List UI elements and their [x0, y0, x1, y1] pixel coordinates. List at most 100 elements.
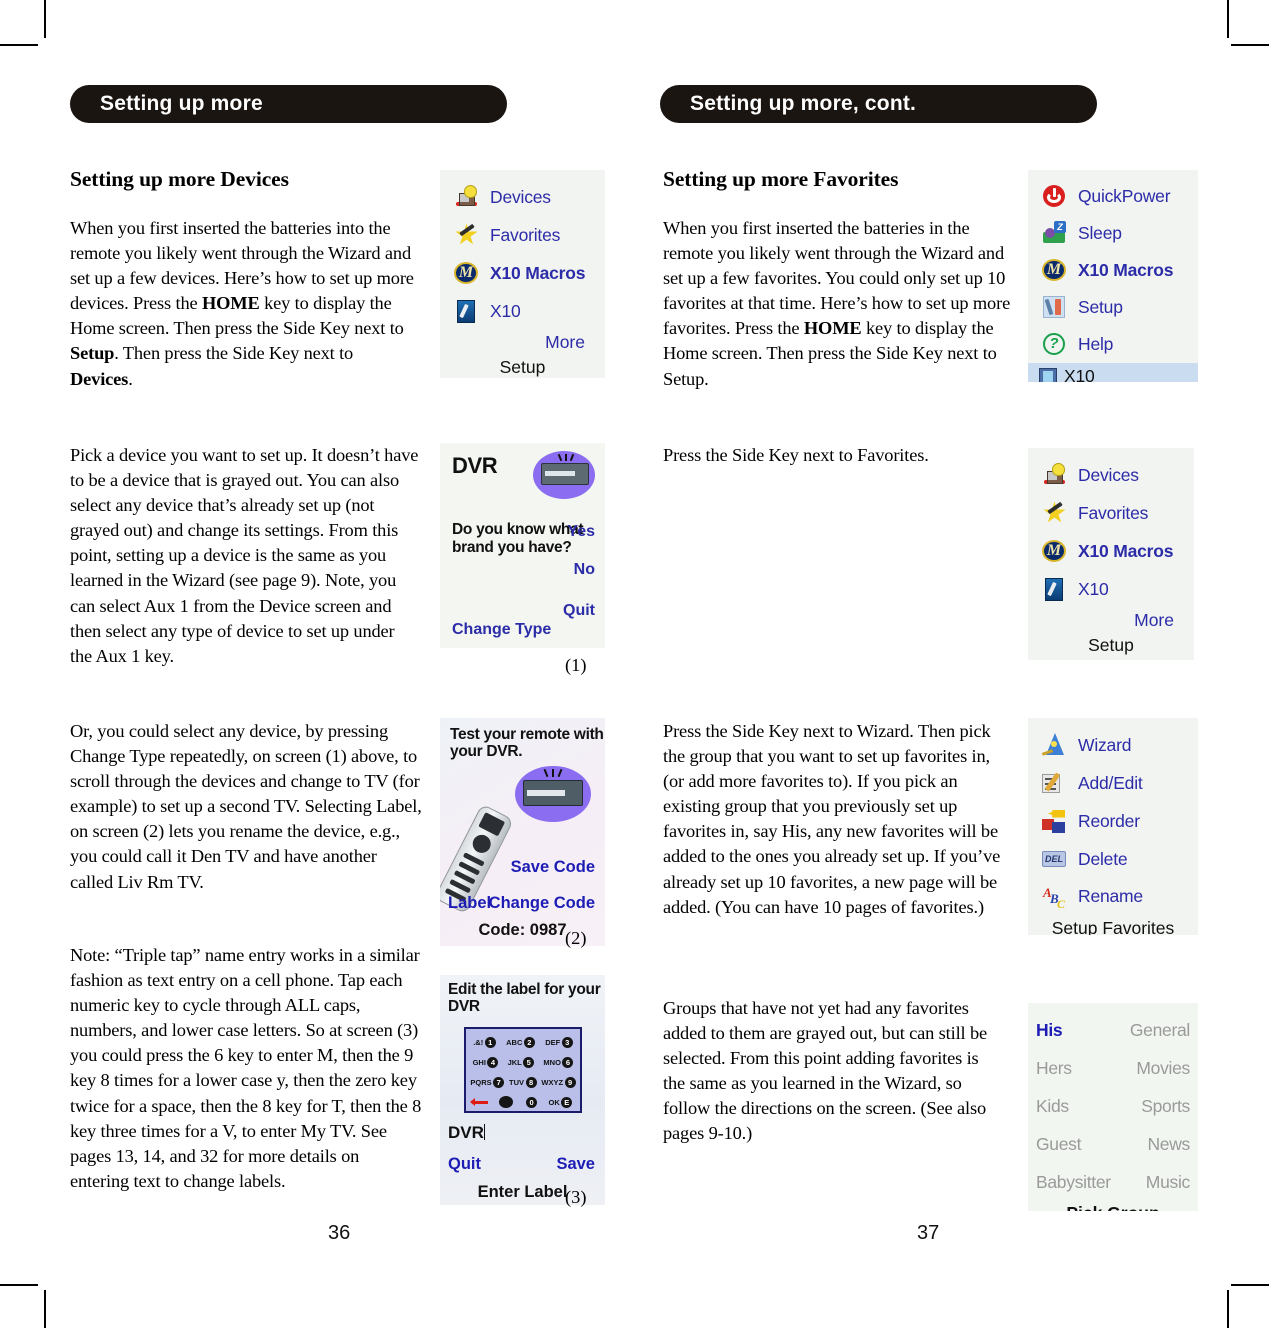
- dvr-brand-screen[interactable]: DVR Do you know what brand you have? Yes…: [440, 443, 605, 648]
- add-edit-icon: [1042, 771, 1067, 796]
- menu-item-x10-macros[interactable]: M X10 Macros: [1034, 252, 1192, 289]
- menu-item-reorder[interactable]: Reorder: [1034, 802, 1192, 840]
- x10-macros-icon: M: [1042, 258, 1067, 283]
- menu-item-label: Setup: [1078, 297, 1123, 317]
- yes-softkey[interactable]: Yes: [567, 523, 595, 541]
- keypad-key[interactable]: JKL 5: [508, 1056, 535, 1068]
- home-setup-menu-screen-right[interactable]: Devices Favorites M X10 Macros X10 More …: [1028, 448, 1194, 660]
- label-field-value: DVR: [448, 1123, 484, 1142]
- pick-group-screen[interactable]: His General Hers Movies Kids Sports Gues…: [1028, 1003, 1198, 1211]
- menu-item-x10[interactable]: X10: [446, 292, 599, 330]
- keypad-key[interactable]: PQRS 7: [470, 1076, 505, 1088]
- label-softkey[interactable]: Label: [448, 894, 491, 913]
- devices-icon: [1042, 462, 1067, 488]
- keypad-key[interactable]: DEF 3: [545, 1036, 573, 1048]
- keypad-key[interactable]: .&! 1: [473, 1036, 496, 1048]
- menu-item-wizard[interactable]: Wizard: [1034, 726, 1192, 764]
- reorder-icon: [1042, 809, 1067, 834]
- menu-item-x10[interactable]: X10: [1034, 570, 1188, 608]
- menu-item-x10-macros[interactable]: M X10 Macros: [446, 254, 599, 292]
- home-setup-menu-screen-left[interactable]: Devices Favorites M X10 Macros X10 More …: [440, 170, 605, 378]
- figure-caption-1: (1): [565, 655, 587, 675]
- group-option-general[interactable]: General: [1130, 1020, 1190, 1041]
- group-option-movies[interactable]: Movies: [1136, 1058, 1190, 1079]
- group-option-hers[interactable]: Hers: [1036, 1058, 1072, 1079]
- save-softkey[interactable]: Save: [556, 1155, 595, 1174]
- change-type-softkey[interactable]: Change Type: [452, 621, 551, 638]
- menu-item-sleep[interactable]: Z Sleep: [1034, 215, 1192, 252]
- save-code-softkey[interactable]: Save Code: [511, 858, 595, 877]
- crop-mark-bottom-right-h: [1231, 1284, 1269, 1286]
- quit-softkey[interactable]: Quit: [448, 1155, 481, 1174]
- menu-item-favorites[interactable]: Favorites: [446, 216, 599, 254]
- change-code-softkey[interactable]: Change Code: [489, 894, 595, 913]
- menu-item-devices[interactable]: Devices: [1034, 456, 1188, 494]
- help-icon: ?: [1042, 332, 1067, 357]
- menu-item-devices[interactable]: Devices: [446, 178, 599, 216]
- backspace-icon[interactable]: [469, 1097, 488, 1106]
- setup-icon: [1042, 295, 1067, 320]
- right-paragraph-4: Groups that have not yet had any favorit…: [663, 998, 988, 1144]
- no-softkey[interactable]: No: [574, 561, 595, 579]
- menu-item-rename[interactable]: ABC Rename: [1034, 878, 1192, 914]
- menu-item-label: X10 Macros: [490, 262, 586, 283]
- keypad-key[interactable]: GHI 4: [473, 1056, 499, 1068]
- group-option-music[interactable]: Music: [1146, 1172, 1191, 1193]
- devices-icon: [454, 184, 479, 210]
- group-option-babysitter[interactable]: Babysitter: [1036, 1172, 1111, 1193]
- menu-item-add-edit[interactable]: Add/Edit: [1034, 764, 1192, 802]
- more-label[interactable]: More: [446, 332, 599, 353]
- menu-item-label: QuickPower: [1078, 186, 1171, 206]
- x10-icon: [454, 299, 479, 324]
- figure-caption-3: (3): [565, 1187, 587, 1207]
- crop-mark-bottom-left-v: [44, 1290, 46, 1328]
- right-section-title: Setting up more Favorites: [663, 167, 899, 191]
- menu-item-x10-macros[interactable]: M X10 Macros: [1034, 532, 1188, 570]
- menu-item-quickpower[interactable]: QuickPower: [1034, 178, 1192, 215]
- test-remote-screen[interactable]: Test your remote with your DVR. Save Cod…: [440, 718, 605, 946]
- keypad-row: .&! 1 ABC 2 DEF 3: [468, 1032, 578, 1052]
- keypad-row: GHI 4 JKL 5 MNO 6: [468, 1052, 578, 1072]
- left-banner-title: Setting up more: [100, 92, 263, 115]
- crop-mark-top-left-v: [44, 0, 46, 38]
- more-label[interactable]: More: [1034, 610, 1188, 631]
- devices-emphasis: Devices: [70, 368, 129, 389]
- group-option-kids[interactable]: Kids: [1036, 1096, 1069, 1117]
- triple-tap-keypad[interactable]: .&! 1 ABC 2 DEF 3 GHI 4 JKL 5 MNO 6 PQRS 7 TUV 8…: [464, 1027, 582, 1113]
- power-icon: [1042, 184, 1067, 209]
- x10-macros-icon: M: [454, 261, 479, 286]
- keypad-key[interactable]: MNO 6: [543, 1056, 574, 1068]
- favorites-icon: [454, 223, 479, 248]
- menu-item-label: X10: [1064, 365, 1095, 383]
- menu-item-setup[interactable]: Setup: [1034, 289, 1192, 326]
- edit-label-title: Edit the label for your DVR: [448, 981, 601, 1015]
- label-text-field[interactable]: DVR: [448, 1123, 486, 1143]
- keypad-key[interactable]: ABC 2: [506, 1036, 535, 1048]
- right-paragraph-3: Press the Side Key next to Wizard. Then …: [663, 721, 1001, 917]
- menu-item-label: Favorites: [490, 224, 561, 245]
- setup-favorites-menu-screen[interactable]: Wizard Add/Edit Reorder DEL Delete ABC R…: [1028, 718, 1198, 935]
- right-paragraph-1: When you first inserted the batteries in…: [663, 216, 1013, 392]
- pick-group-row: Hers Movies: [1036, 1049, 1190, 1087]
- keypad-ok-key[interactable]: OK E: [549, 1096, 573, 1108]
- menu-item-help[interactable]: ? Help: [1034, 326, 1192, 363]
- menu-item-label: Wizard: [1078, 734, 1132, 755]
- group-option-news[interactable]: News: [1147, 1134, 1190, 1155]
- quit-softkey[interactable]: Quit: [563, 602, 595, 620]
- group-option-sports[interactable]: Sports: [1141, 1096, 1190, 1117]
- left-page-number: 36: [328, 1222, 351, 1244]
- keypad-key[interactable]: 0: [525, 1096, 538, 1108]
- keypad-dot-key[interactable]: [499, 1096, 514, 1108]
- group-option-guest[interactable]: Guest: [1036, 1134, 1082, 1155]
- left-page-column: Setting up more: [70, 85, 610, 123]
- edit-label-screen[interactable]: Edit the label for your DVR .&! 1 ABC 2 DE…: [440, 975, 605, 1205]
- group-option-his[interactable]: His: [1036, 1020, 1063, 1041]
- quick-menu-screen[interactable]: QuickPower Z Sleep M X10 Macros Setup ? …: [1028, 170, 1198, 382]
- menu-item-delete[interactable]: DEL Delete: [1034, 840, 1192, 878]
- menu-item-x10-selected[interactable]: X10: [1028, 363, 1198, 382]
- keypad-key[interactable]: WXYZ 9: [541, 1076, 576, 1088]
- menu-item-favorites[interactable]: Favorites: [1034, 494, 1188, 532]
- keypad-key[interactable]: TUV 8: [509, 1076, 537, 1088]
- wizard-icon: [1041, 732, 1067, 758]
- home-key-emphasis: HOME: [201, 293, 260, 314]
